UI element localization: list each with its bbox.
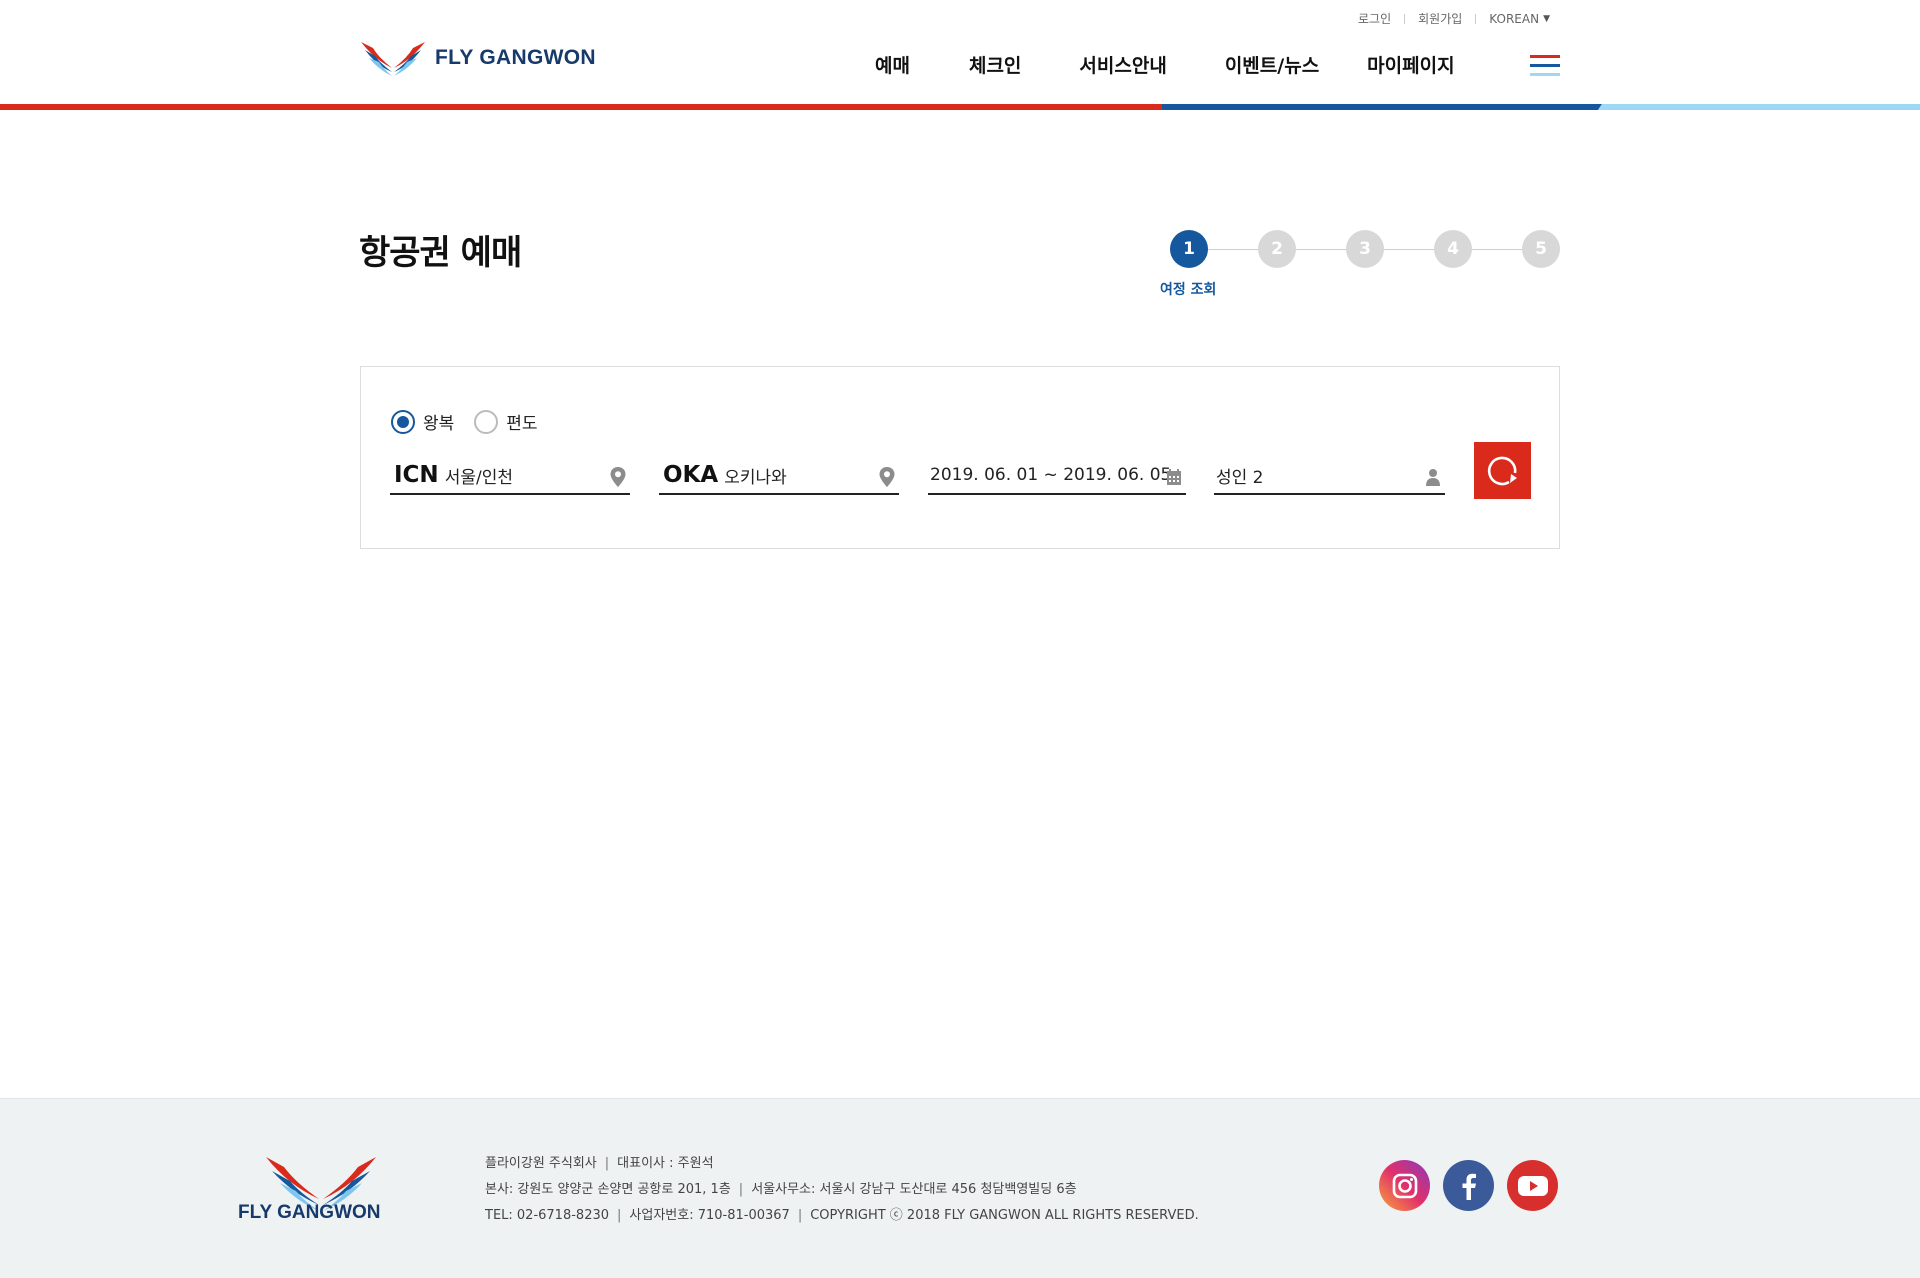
nav-item-events[interactable]: 이벤트/뉴스 (1225, 51, 1319, 78)
roundtrip-option[interactable]: 왕복 (391, 409, 454, 434)
oneway-radio[interactable] (474, 409, 499, 434)
company-name: 플라이강원 주식회사 (485, 1156, 597, 1171)
login-link[interactable]: 로그인 (1358, 10, 1391, 27)
logo-text: FLY GANGWON (435, 46, 596, 69)
seoul-office-address: 서울사무소: 서울시 강남구 도산대로 456 청담백영빌딩 6층 (751, 1182, 1077, 1197)
step-indicator: 1 2 3 4 5 (1170, 230, 1560, 270)
origin-name: 서울/인천 (444, 467, 513, 488)
main-nav: 예매 체크인 서비스안내 이벤트/뉴스 마이페이지 (875, 51, 1455, 78)
copyright: COPYRIGHT ⓒ 2018 FLY GANGWON ALL RIGHTS … (810, 1208, 1199, 1223)
oneway-label: 편도 (506, 414, 538, 434)
site-footer: FLY GANGWON 플라이강원 주식회사 | 대표이사 : 주원석 본사: 강원… (0, 1098, 1920, 1278)
signup-link[interactable]: 회원가입 (1418, 10, 1462, 27)
search-button[interactable] (1474, 442, 1531, 499)
site-logo[interactable]: FLY GANGWON (359, 38, 596, 78)
caret-down-icon[interactable]: ▼ (1543, 14, 1550, 24)
roundtrip-radio[interactable] (391, 409, 415, 434)
destination-name: 오키나와 (724, 467, 787, 488)
utility-menu: 로그인 회원가입 KOREAN ▼ (1358, 10, 1550, 27)
hq-address: 본사: 강원도 양양군 손양면 공항로 201, 1층 (485, 1182, 731, 1197)
hamburger-menu-icon[interactable] (1530, 55, 1560, 77)
nav-item-checkin[interactable]: 체크인 (969, 51, 1021, 78)
nav-item-services[interactable]: 서비스안내 (1079, 51, 1166, 78)
location-pin-icon (610, 467, 626, 487)
destination-field[interactable]: OKA 오키나와 (659, 457, 899, 495)
refresh-search-icon (1487, 456, 1517, 485)
date-range-value: 2019. 06. 01 ~ 2019. 06. 05 (930, 465, 1172, 485)
social-links (1379, 1160, 1571, 1211)
roundtrip-label: 왕복 (423, 414, 455, 434)
active-step-label: 여정 조회 (1160, 282, 1217, 298)
instagram-icon[interactable] (1379, 1160, 1430, 1211)
step-3: 3 (1346, 230, 1384, 268)
step-2: 2 (1258, 230, 1296, 268)
date-range-field[interactable]: 2019. 06. 01 ~ 2019. 06. 05 (928, 457, 1186, 495)
destination-code: OKA (663, 462, 719, 488)
nav-item-booking[interactable]: 예매 (875, 51, 910, 78)
person-icon (1426, 469, 1440, 486)
facebook-icon[interactable] (1443, 1160, 1494, 1211)
brand-color-bar (0, 104, 1920, 110)
calendar-icon (1167, 469, 1181, 485)
trip-type-group: 왕복 편도 (391, 409, 558, 434)
passenger-value: 성인 2 (1216, 467, 1264, 488)
footer-logo-text: FLY GANGWON (238, 1202, 381, 1223)
step-5: 5 (1522, 230, 1560, 268)
step-4: 4 (1434, 230, 1472, 268)
language-select[interactable]: KOREAN (1489, 12, 1539, 26)
step-1: 1 (1170, 230, 1208, 268)
company-info: 플라이강원 주식회사 | 대표이사 : 주원석 본사: 강원도 양양군 손양면 공항… (485, 1156, 1199, 1223)
business-number: 사업자번호: 710-81-00367 (629, 1208, 790, 1223)
origin-field[interactable]: ICN 서울/인천 (390, 457, 630, 495)
oneway-option[interactable]: 편도 (474, 409, 538, 434)
page-title: 항공권 예매 (359, 233, 522, 273)
nav-item-mypage[interactable]: 마이페이지 (1367, 51, 1454, 78)
divider (1404, 13, 1406, 24)
passenger-field[interactable]: 성인 2 (1214, 457, 1445, 495)
origin-code: ICN (394, 462, 439, 488)
wings-logo-icon (361, 42, 425, 76)
youtube-icon[interactable] (1507, 1160, 1558, 1211)
divider (1475, 13, 1477, 24)
flight-search-panel: 왕복 편도 ICN 서울/인천 OKA 오키나와 2019. 06. 01 ~ … (360, 366, 1560, 549)
location-pin-icon (879, 467, 895, 487)
ceo-name: 대표이사 : 주원석 (617, 1156, 714, 1171)
phone-number: TEL: 02-6718-8230 (485, 1208, 610, 1223)
